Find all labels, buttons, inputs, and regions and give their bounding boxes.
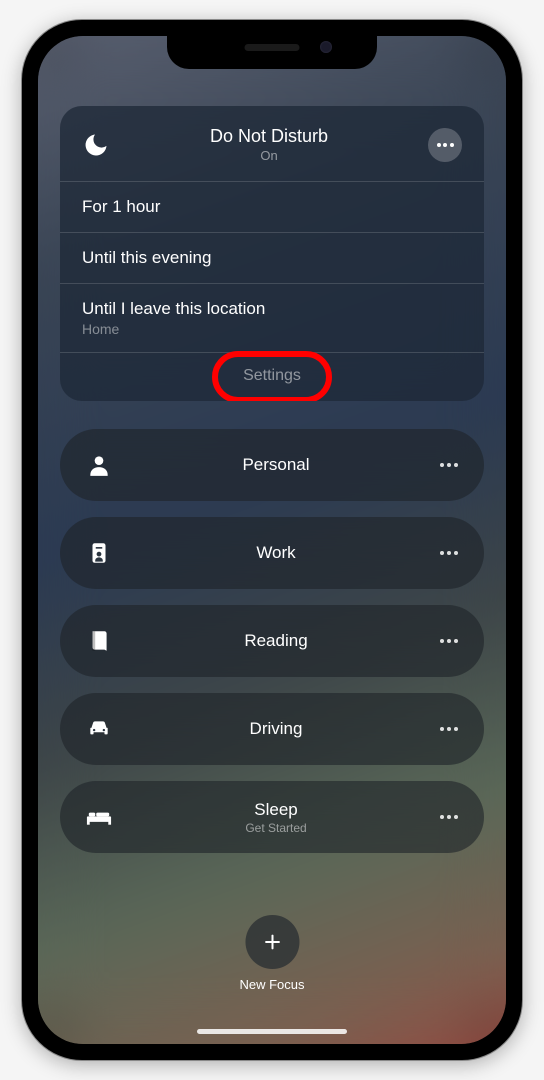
home-indicator[interactable] bbox=[197, 1029, 347, 1034]
dnd-option-label: Until this evening bbox=[82, 248, 462, 268]
focus-pill-sleep[interactable]: Sleep Get Started bbox=[60, 781, 484, 853]
ellipsis-icon[interactable] bbox=[440, 727, 458, 731]
more-button[interactable] bbox=[428, 128, 462, 162]
dnd-status: On bbox=[110, 148, 428, 163]
focus-sublabel: Get Started bbox=[112, 821, 440, 835]
dnd-card: Do Not Disturb On For 1 hour Until this … bbox=[60, 106, 484, 401]
dnd-title: Do Not Disturb bbox=[110, 126, 428, 147]
focus-pill-driving[interactable]: Driving bbox=[60, 693, 484, 765]
dnd-option-label: For 1 hour bbox=[82, 197, 462, 217]
ellipsis-icon bbox=[437, 143, 454, 147]
ellipsis-icon[interactable] bbox=[440, 815, 458, 819]
ellipsis-icon[interactable] bbox=[440, 463, 458, 467]
add-button[interactable] bbox=[245, 915, 299, 969]
person-icon bbox=[86, 452, 112, 478]
focus-pill-personal[interactable]: Personal bbox=[60, 429, 484, 501]
moon-icon bbox=[82, 131, 110, 159]
new-focus[interactable]: New Focus bbox=[239, 915, 304, 992]
new-focus-label: New Focus bbox=[239, 977, 304, 992]
dnd-option-sublabel: Home bbox=[82, 321, 462, 337]
focus-pill-work[interactable]: Work bbox=[60, 517, 484, 589]
focus-pill-reading[interactable]: Reading bbox=[60, 605, 484, 677]
badge-icon bbox=[86, 540, 112, 566]
dnd-option-1hour[interactable]: For 1 hour bbox=[60, 181, 484, 232]
ellipsis-icon[interactable] bbox=[440, 639, 458, 643]
settings-label: Settings bbox=[243, 367, 301, 384]
dnd-option-evening[interactable]: Until this evening bbox=[60, 232, 484, 283]
screen: Do Not Disturb On For 1 hour Until this … bbox=[38, 36, 506, 1044]
focus-label: Driving bbox=[112, 719, 440, 739]
focus-label: Sleep bbox=[112, 800, 440, 820]
dnd-option-location[interactable]: Until I leave this location Home bbox=[60, 283, 484, 352]
car-icon bbox=[86, 716, 112, 742]
dnd-header: Do Not Disturb On bbox=[60, 106, 484, 181]
focus-label: Personal bbox=[112, 455, 440, 475]
phone-frame: Do Not Disturb On For 1 hour Until this … bbox=[22, 20, 522, 1060]
plus-icon bbox=[261, 931, 283, 953]
focus-label: Work bbox=[112, 543, 440, 563]
bed-icon bbox=[86, 804, 112, 830]
focus-label: Reading bbox=[112, 631, 440, 651]
ellipsis-icon[interactable] bbox=[440, 551, 458, 555]
settings-button[interactable]: Settings bbox=[60, 352, 484, 401]
dnd-option-label: Until I leave this location bbox=[82, 299, 462, 319]
notch bbox=[167, 34, 377, 69]
book-icon bbox=[86, 628, 112, 654]
